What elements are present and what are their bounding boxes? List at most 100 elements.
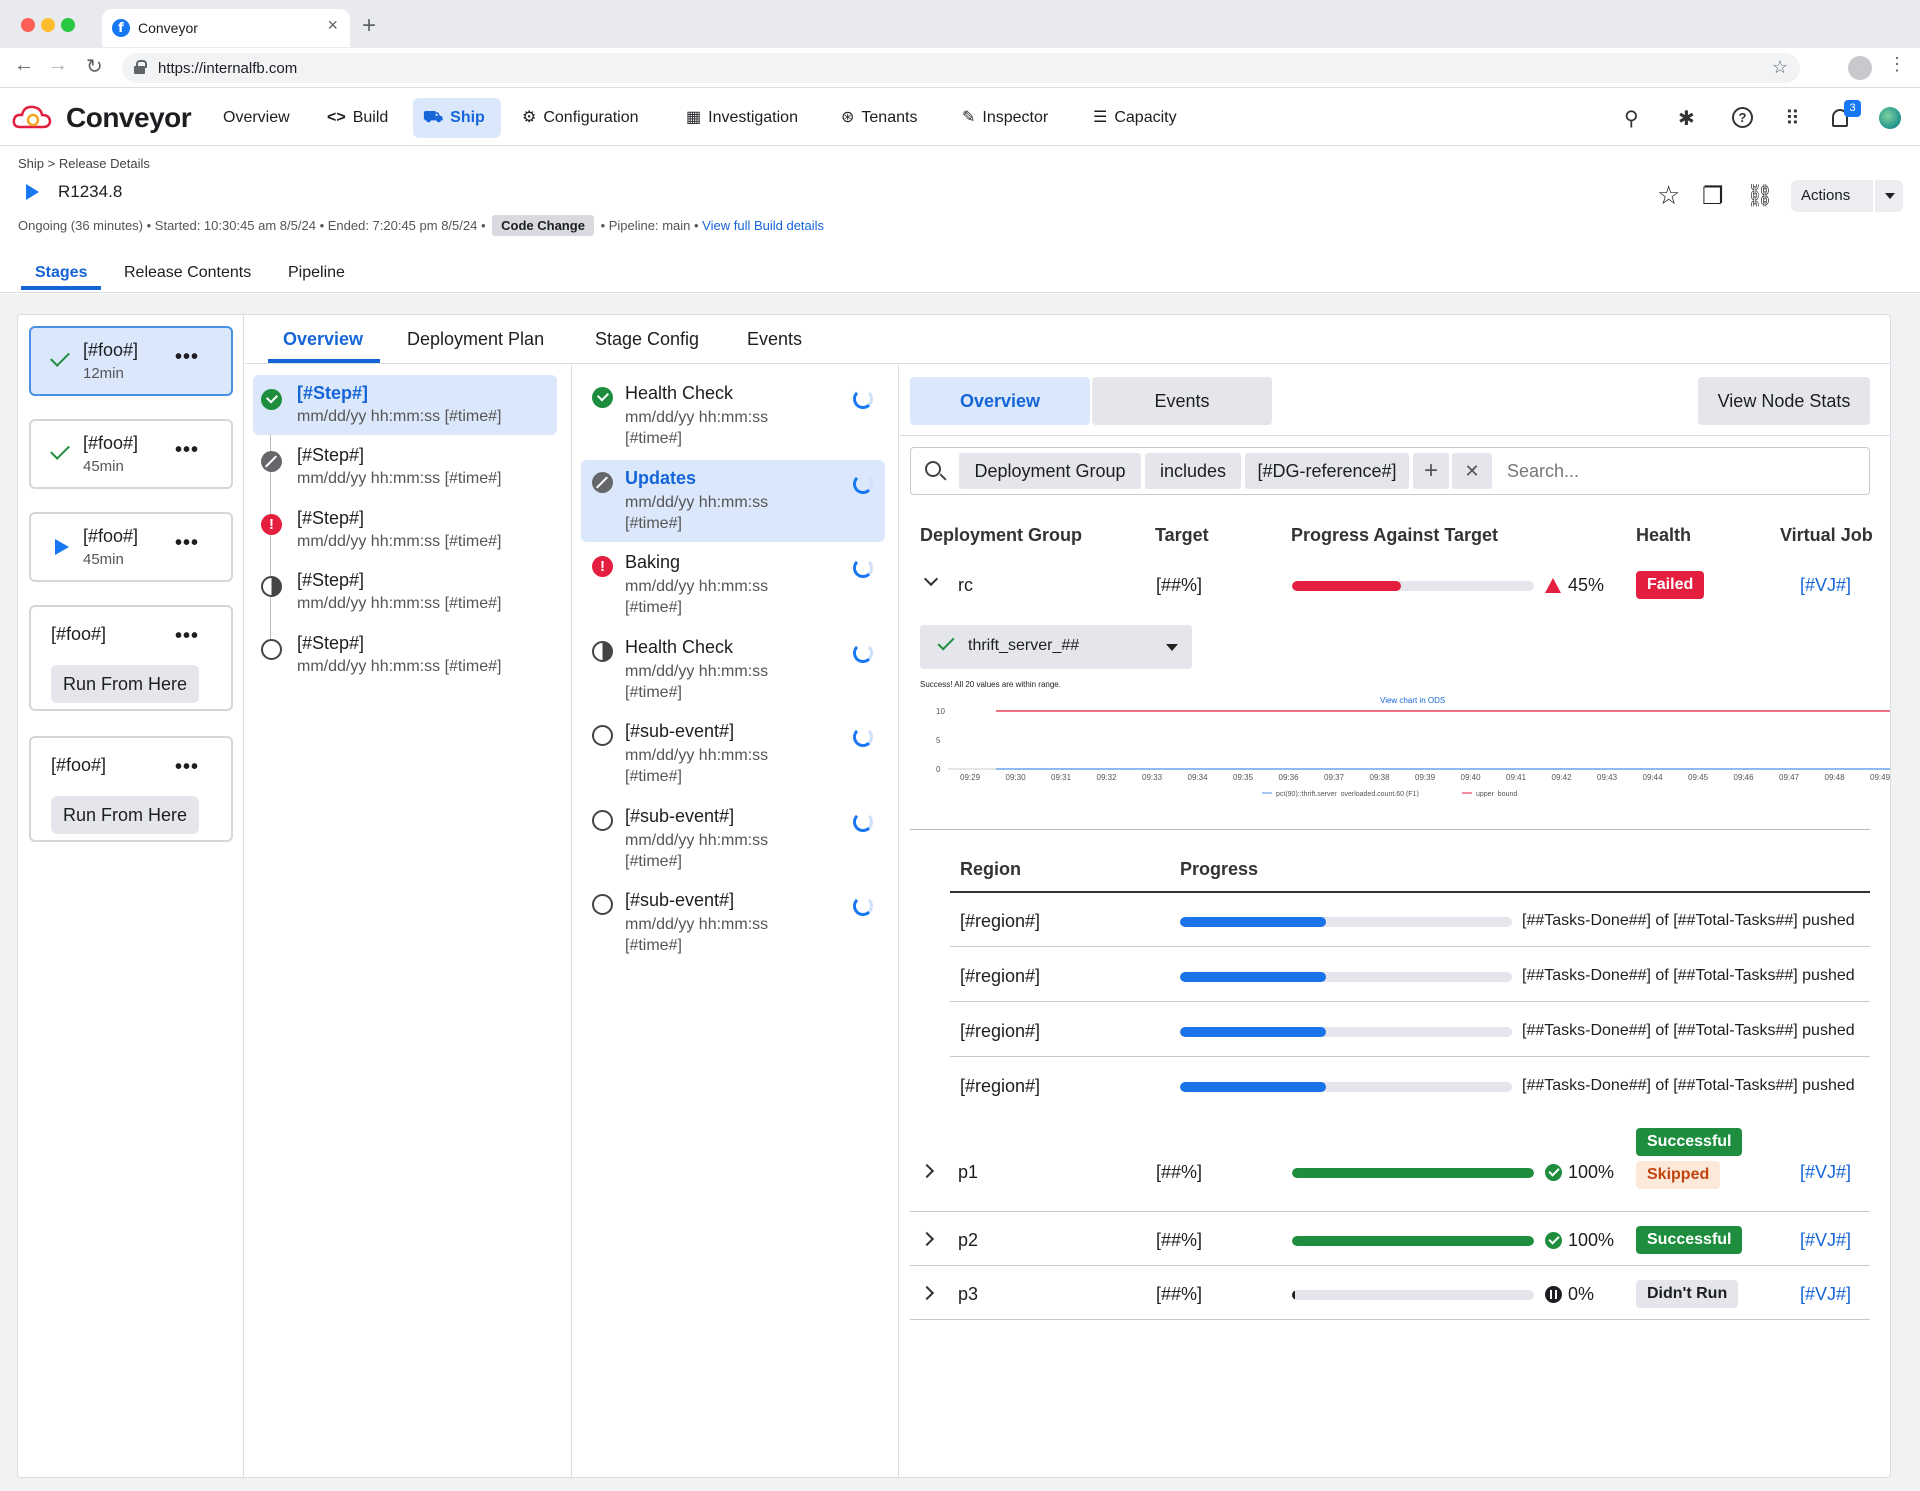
expand-chevron-icon[interactable] bbox=[919, 1163, 935, 1179]
minimize-window-button[interactable] bbox=[41, 18, 55, 32]
filter-bar[interactable]: Deployment Group includes [#DG-reference… bbox=[910, 447, 1870, 495]
event-item[interactable]: ! Baking mm/dd/yy hh:mm:ss [#time#] bbox=[581, 544, 885, 626]
url-bar[interactable]: https://internalfb.com ☆ bbox=[122, 53, 1800, 83]
virtual-job-link[interactable]: [#VJ#] bbox=[1800, 1230, 1851, 1251]
forward-icon[interactable]: → bbox=[48, 54, 68, 77]
bug-icon[interactable]: ✱ bbox=[1678, 106, 1695, 131]
step-item[interactable]: [#Step#] mm/dd/yy hh:mm:ss [#time#] bbox=[253, 437, 557, 497]
tab-pipeline[interactable]: Pipeline bbox=[288, 262, 345, 288]
step-item[interactable]: [#Step#] mm/dd/yy hh:mm:ss [#time#] bbox=[253, 562, 557, 622]
filter-chip-operator[interactable]: includes bbox=[1145, 453, 1241, 489]
chart-x-tick: 09:48 bbox=[1825, 773, 1846, 782]
new-tab-icon[interactable]: + bbox=[362, 12, 376, 40]
actions-button[interactable]: Actions bbox=[1791, 180, 1903, 212]
step-item[interactable]: ! [#Step#] mm/dd/yy hh:mm:ss [#time#] bbox=[253, 500, 557, 560]
tab-overview[interactable]: Overview bbox=[267, 329, 381, 363]
event-item[interactable]: [#sub-event#] mm/dd/yy hh:mm:ss [#time#] bbox=[581, 882, 885, 964]
event-item[interactable]: [#sub-event#] mm/dd/yy hh:mm:ss [#time#] bbox=[581, 798, 885, 880]
event-title: [#sub-event#] bbox=[625, 721, 735, 741]
chart-ods-link[interactable]: View chart in ODS bbox=[1380, 696, 1445, 705]
expand-chevron-icon[interactable] bbox=[919, 1285, 935, 1301]
bookmark-star-icon[interactable]: ☆ bbox=[1772, 57, 1788, 78]
more-options-icon[interactable]: ••• bbox=[175, 625, 199, 648]
expand-chevron-icon[interactable] bbox=[919, 1231, 935, 1247]
actions-dropdown-icon[interactable] bbox=[1873, 180, 1903, 212]
server-selector-dropdown[interactable]: thrift_server_## bbox=[920, 625, 1192, 669]
view-node-stats-button[interactable]: View Node Stats bbox=[1698, 377, 1870, 425]
close-window-button[interactable] bbox=[21, 18, 35, 32]
play-icon bbox=[55, 539, 69, 555]
stage-card[interactable]: [#foo#] 45min ••• bbox=[29, 512, 233, 582]
nav-inspector[interactable]: ✎ Inspector bbox=[952, 98, 1058, 138]
copy-icon[interactable]: ❐ bbox=[1702, 182, 1724, 211]
share-graph-icon[interactable]: ⚲ bbox=[1624, 106, 1639, 131]
chart-y-tick: 0 bbox=[936, 765, 941, 774]
stage-card[interactable]: [#foo#] 12min ••• bbox=[29, 326, 233, 396]
nav-build[interactable]: <> Build bbox=[317, 98, 398, 138]
event-item[interactable]: Health Check mm/dd/yy hh:mm:ss [#time#] bbox=[581, 375, 885, 457]
search-input[interactable]: Search... bbox=[1507, 461, 1579, 482]
nav-overview[interactable]: Overview bbox=[213, 98, 300, 138]
tab-release-contents[interactable]: Release Contents bbox=[124, 262, 251, 288]
filter-chip-value[interactable]: [#DG-reference#] bbox=[1245, 453, 1409, 489]
tab-events[interactable]: Events bbox=[747, 329, 802, 350]
region-column-header: Progress bbox=[1180, 859, 1259, 879]
stage-card[interactable]: [#foo#] 45min ••• bbox=[29, 419, 233, 489]
nav-configuration[interactable]: ⚙ Configuration bbox=[512, 98, 649, 138]
apps-grid-icon[interactable]: ⠿ bbox=[1785, 106, 1800, 130]
tenants-icon: ⊛ bbox=[841, 109, 855, 126]
check-icon bbox=[937, 633, 955, 651]
chart-x-tick: 09:38 bbox=[1370, 773, 1391, 782]
tab-deployment-plan[interactable]: Deployment Plan bbox=[407, 329, 544, 350]
help-icon[interactable]: ? bbox=[1732, 107, 1753, 128]
stage-card[interactable]: [#foo#] ••• Run From Here bbox=[29, 736, 233, 842]
tab-stage-config[interactable]: Stage Config bbox=[595, 329, 699, 350]
nav-tenants[interactable]: ⊛ Tenants bbox=[831, 98, 927, 138]
view-build-details-link[interactable]: View full Build details bbox=[702, 218, 824, 233]
event-timestamp: mm/dd/yy hh:mm:ss [#time#] bbox=[625, 409, 769, 447]
more-options-icon[interactable]: ••• bbox=[175, 756, 199, 779]
event-item[interactable]: [#sub-event#] mm/dd/yy hh:mm:ss [#time#] bbox=[581, 713, 885, 795]
browser-tab[interactable]: f Conveyor × bbox=[102, 9, 350, 47]
divider bbox=[900, 435, 1890, 436]
segment-overview[interactable]: Overview bbox=[910, 377, 1090, 425]
region-task-count: [##Tasks-Done##] of [##Total-Tasks##] pu… bbox=[1522, 1077, 1855, 1094]
nav-ship[interactable]: ⛟ Ship bbox=[413, 98, 501, 138]
nav-capacity[interactable]: ☰ Capacity bbox=[1083, 98, 1187, 138]
nav-investigation[interactable]: ▦ Investigation bbox=[676, 98, 808, 138]
event-title: Health Check bbox=[625, 637, 734, 657]
profile-avatar-icon[interactable] bbox=[1848, 56, 1872, 80]
step-item[interactable]: [#Step#] mm/dd/yy hh:mm:ss [#time#] bbox=[253, 375, 557, 435]
back-icon[interactable]: ← bbox=[14, 54, 34, 77]
run-from-here-button[interactable]: Run From Here bbox=[51, 796, 199, 834]
step-title: [#Step#] bbox=[297, 633, 365, 653]
more-options-icon[interactable]: ••• bbox=[175, 439, 199, 462]
stage-card[interactable]: [#foo#] ••• Run From Here bbox=[29, 605, 233, 711]
more-options-icon[interactable]: ••• bbox=[175, 346, 199, 369]
collapse-chevron-icon[interactable] bbox=[923, 571, 939, 587]
filter-chip-field[interactable]: Deployment Group bbox=[959, 453, 1141, 489]
run-from-here-button[interactable]: Run From Here bbox=[51, 665, 199, 703]
segment-events[interactable]: Events bbox=[1092, 377, 1272, 425]
reload-icon[interactable]: ↻ bbox=[86, 54, 103, 79]
close-tab-icon[interactable]: × bbox=[327, 15, 338, 36]
add-filter-icon[interactable]: + bbox=[1413, 453, 1449, 489]
region-task-count: [##Tasks-Done##] of [##Total-Tasks##] pu… bbox=[1522, 1022, 1855, 1039]
virtual-job-link[interactable]: [#VJ#] bbox=[1800, 1162, 1851, 1183]
stage-name: [#foo#] bbox=[83, 526, 139, 546]
user-avatar[interactable] bbox=[1879, 107, 1901, 129]
tab-stages[interactable]: Stages bbox=[20, 262, 103, 290]
step-item[interactable]: [#Step#] mm/dd/yy hh:mm:ss [#time#] bbox=[253, 625, 557, 685]
clear-filter-icon[interactable]: ✕ bbox=[1452, 453, 1492, 489]
virtual-job-link[interactable]: [#VJ#] bbox=[1800, 1284, 1851, 1305]
region-task-count: [##Tasks-Done##] of [##Total-Tasks##] pu… bbox=[1522, 912, 1855, 929]
event-item[interactable]: Health Check mm/dd/yy hh:mm:ss [#time#] bbox=[581, 629, 885, 711]
region-progress-bar bbox=[1180, 917, 1512, 927]
virtual-job-link[interactable]: [#VJ#] bbox=[1800, 575, 1851, 596]
event-item[interactable]: Updates mm/dd/yy hh:mm:ss [#time#] bbox=[581, 460, 885, 542]
favorite-star-icon[interactable]: ☆ bbox=[1657, 180, 1680, 211]
link-icon[interactable]: ⛓ bbox=[1746, 183, 1774, 209]
maximize-window-button[interactable] bbox=[61, 18, 75, 32]
more-options-icon[interactable]: ••• bbox=[175, 532, 199, 555]
browser-menu-icon[interactable]: ⋮ bbox=[1888, 54, 1906, 75]
